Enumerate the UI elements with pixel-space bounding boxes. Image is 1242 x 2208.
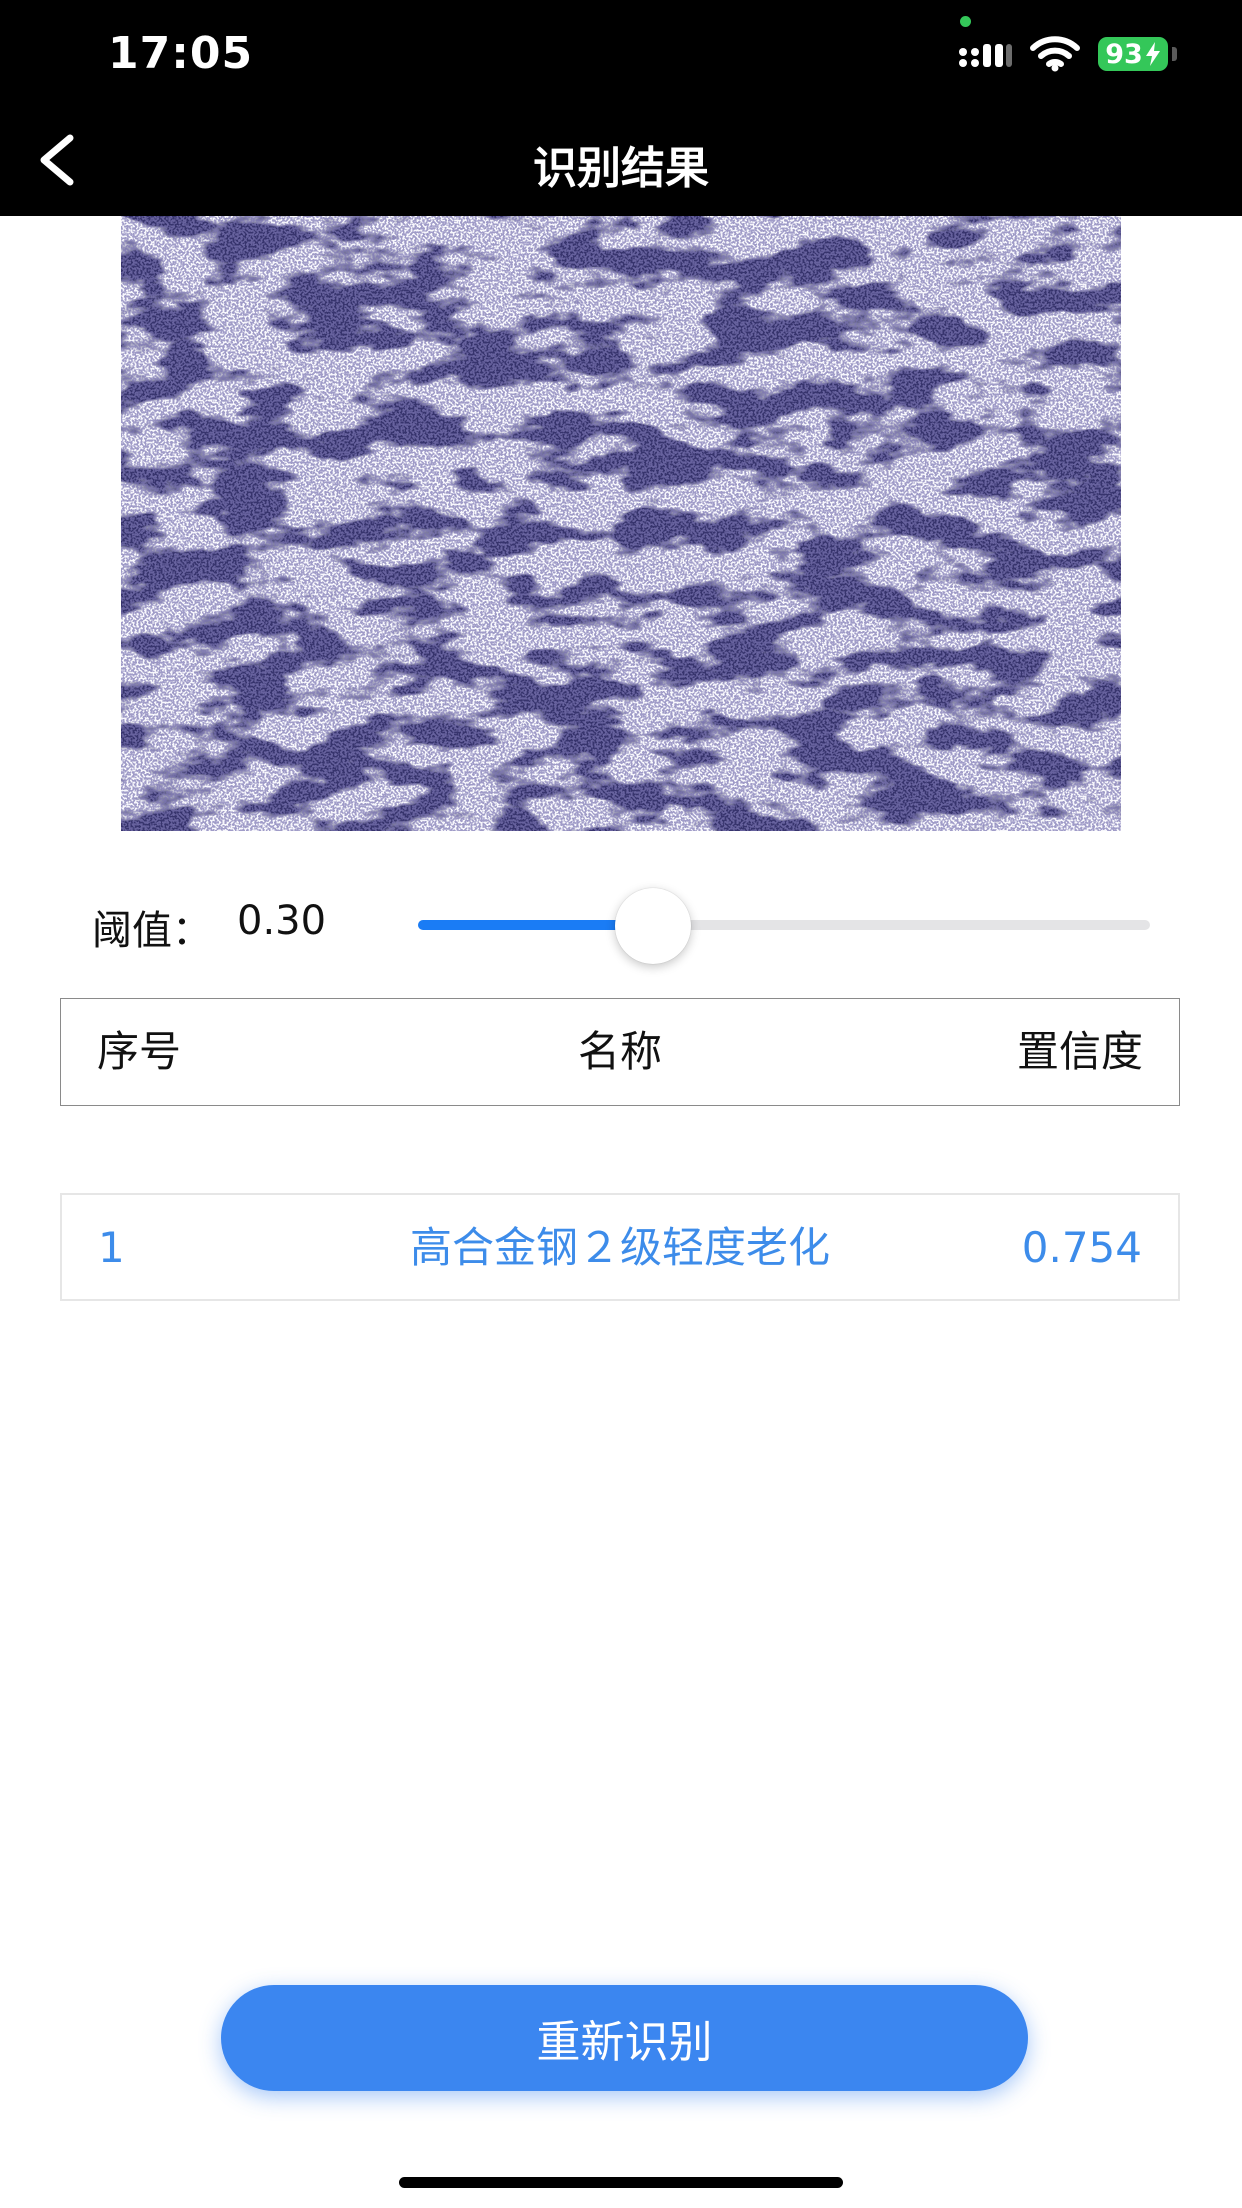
row-name: 高合金钢２级轻度老化 xyxy=(409,1223,830,1272)
header-name: 名称 xyxy=(577,1027,662,1076)
threshold-slider[interactable] xyxy=(418,888,1150,964)
row-confidence: 0.754 xyxy=(1021,1223,1142,1272)
micrograph-image xyxy=(121,216,1121,831)
battery-level: 93 xyxy=(1105,38,1143,70)
signal-icon xyxy=(959,44,1012,67)
status-time: 17:05 xyxy=(108,28,254,79)
slider-thumb[interactable] xyxy=(614,888,691,964)
table-header: 序号 名称 置信度 xyxy=(60,998,1180,1106)
top-bar: 17:05 93 识别结果 xyxy=(0,0,1242,216)
page-title: 识别结果 xyxy=(533,143,709,194)
bolt-icon xyxy=(1145,42,1160,66)
retry-button[interactable]: 重新识别 xyxy=(221,1985,1028,2091)
battery-cap xyxy=(1172,47,1177,61)
threshold-value: 0.30 xyxy=(237,898,327,944)
threshold-label: 阈值： xyxy=(92,908,212,954)
privacy-indicator-dot xyxy=(960,16,971,27)
wifi-icon xyxy=(1030,36,1080,72)
home-indicator xyxy=(399,2177,843,2188)
table-row[interactable]: 1 高合金钢２级轻度老化 0.754 xyxy=(60,1193,1180,1301)
battery-charging-icon: 93 xyxy=(1098,37,1168,71)
screen: 17:05 93 识别结果 阈值： 0.30 序号 名称 置信度 1 高合金钢２… xyxy=(0,0,1242,2208)
header-confidence: 置信度 xyxy=(1016,1027,1143,1076)
